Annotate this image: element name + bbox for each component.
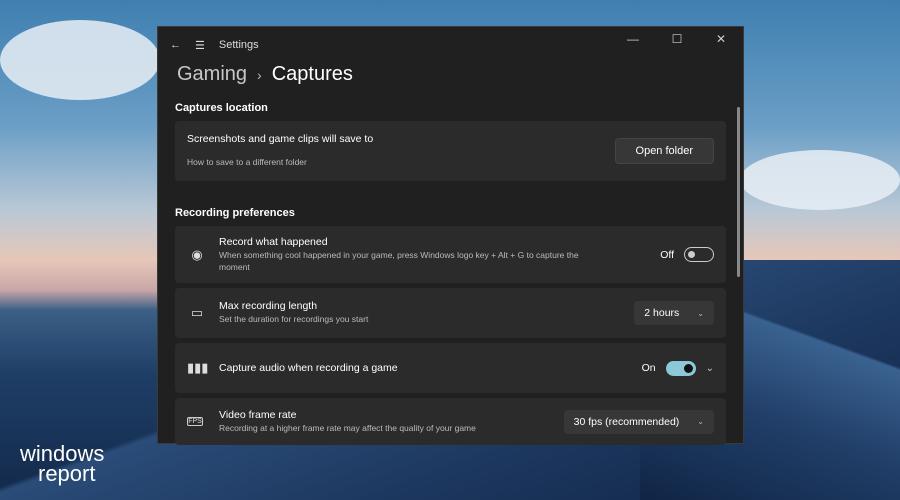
settings-window: ← ☰ Settings — ☐ ✕ Gaming › Captures Cap… <box>157 26 744 445</box>
maximize-button[interactable]: ☐ <box>655 27 699 51</box>
watermark-line2: report <box>38 461 96 486</box>
cloud <box>740 150 900 210</box>
camera-icon: ▭ <box>190 305 204 320</box>
minimize-button[interactable]: — <box>611 27 655 51</box>
captures-location-card: Screenshots and game clips will save to … <box>175 121 726 181</box>
scrollbar[interactable] <box>737 107 740 277</box>
chevron-right-icon: › <box>257 66 262 83</box>
setting-max-recording-length: ▭ Max recording length Set the duration … <box>175 288 726 338</box>
setting-title: Max recording length <box>219 300 318 313</box>
chevron-down-icon: ⌄ <box>697 417 704 426</box>
toggle-state: Off <box>660 248 674 261</box>
chevron-down-icon[interactable]: ⌄ <box>706 363 714 374</box>
different-folder-link[interactable]: How to save to a different folder <box>187 157 373 168</box>
back-icon[interactable]: ← <box>170 39 181 51</box>
cloud <box>0 20 160 100</box>
capture-audio-toggle[interactable] <box>665 360 696 376</box>
setting-title: Video frame rate <box>219 408 297 421</box>
setting-title: Capture audio when recording a game <box>219 362 398 374</box>
fps-icon: FPS <box>187 417 203 426</box>
audio-icon: ▮▮▮ <box>187 360 209 375</box>
record-toggle[interactable] <box>684 247 714 262</box>
frame-rate-dropdown[interactable]: 30 fps (recommended) ⌄ <box>563 409 714 434</box>
section-heading: Recording preferences <box>175 207 295 219</box>
breadcrumb: Gaming › Captures <box>177 63 353 86</box>
recording-length-dropdown[interactable]: 2 hours ⌄ <box>634 301 714 325</box>
breadcrumb-gaming[interactable]: Gaming <box>177 63 247 86</box>
setting-capture-audio[interactable]: ▮▮▮ Capture audio when recording a game … <box>175 343 726 393</box>
window-title: Settings <box>218 39 259 51</box>
section-heading: Captures location <box>175 102 268 114</box>
setting-video-frame-rate: FPS Video frame rate Recording at a high… <box>175 398 726 445</box>
toggle-state: On <box>641 362 656 374</box>
setting-title: Record what happened <box>219 236 328 249</box>
menu-icon[interactable]: ☰ <box>195 39 205 52</box>
setting-desc: Recording at a higher frame rate may aff… <box>219 422 476 433</box>
chevron-down-icon: ⌄ <box>697 308 704 318</box>
open-folder-button[interactable]: Open folder <box>614 138 714 164</box>
dropdown-value: 30 fps (recommended) <box>573 415 680 428</box>
page-title: Captures <box>271 63 353 85</box>
dropdown-value: 2 hours <box>644 307 680 319</box>
setting-desc: Set the duration for recordings you star… <box>219 314 369 325</box>
record-icon: ◉ <box>191 246 203 262</box>
watermark-logo: windows report <box>20 443 104 486</box>
setting-desc: When something cool happened in your gam… <box>219 250 579 272</box>
close-button[interactable]: ✕ <box>699 27 743 51</box>
captures-location-title: Screenshots and game clips will save to <box>187 133 374 146</box>
setting-record-what-happened[interactable]: ◉ Record what happened When something co… <box>175 226 726 283</box>
